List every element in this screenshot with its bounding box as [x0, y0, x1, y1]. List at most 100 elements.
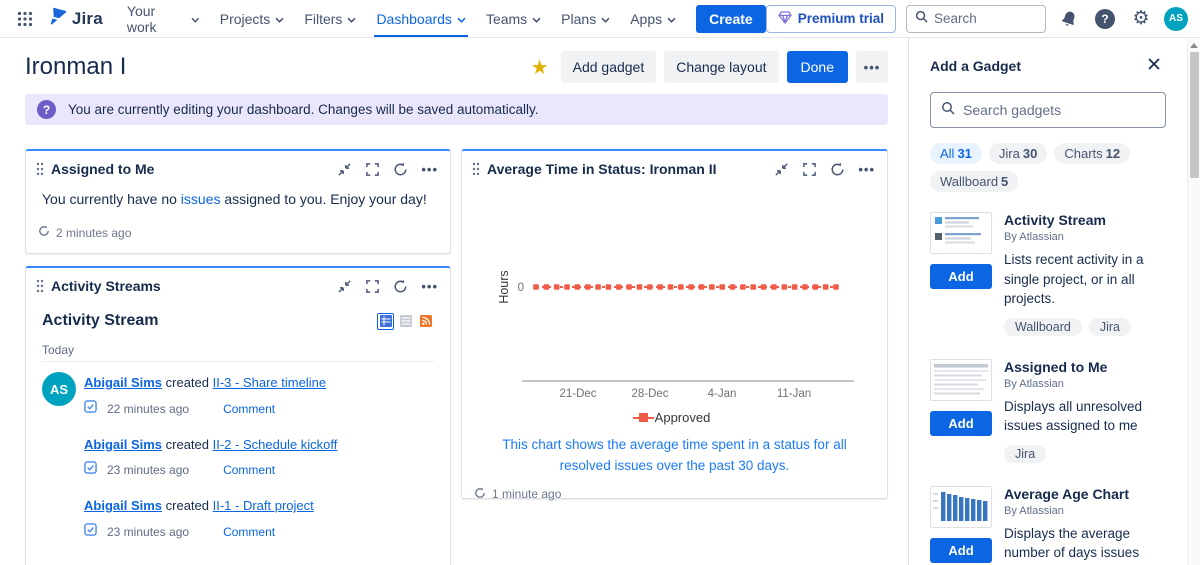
- scrollbar-up-icon[interactable]: [1190, 43, 1198, 48]
- gadget-title: Average Time in Status: Ironman II: [487, 161, 717, 177]
- gadget-item-title: Assigned to Me: [1004, 358, 1108, 375]
- gadget-search[interactable]: [930, 92, 1166, 128]
- filter-chip-all[interactable]: All 31: [930, 143, 982, 164]
- refresh-icon[interactable]: [830, 162, 845, 177]
- user-avatar[interactable]: AS: [1164, 6, 1188, 31]
- filter-chip-charts[interactable]: Charts 12: [1054, 143, 1131, 164]
- favorite-star-icon[interactable]: ★: [531, 55, 549, 80]
- issues-link[interactable]: issues: [181, 191, 221, 207]
- close-icon[interactable]: [1142, 54, 1166, 78]
- panel-scrollbar[interactable]: [1187, 38, 1200, 565]
- gadget-search-input[interactable]: [963, 102, 1155, 118]
- premium-trial-button[interactable]: Premium trial: [765, 4, 896, 33]
- activity-item: Abigail Sims created II-1 - Draft projec…: [84, 498, 314, 541]
- minimize-icon[interactable]: [337, 162, 352, 177]
- chart-legend: Approved: [462, 410, 887, 425]
- task-checkbox-icon: [84, 399, 97, 418]
- change-layout-button[interactable]: Change layout: [664, 51, 779, 83]
- help-icon[interactable]: ?: [1092, 6, 1118, 32]
- panel-title: Add a Gadget: [930, 58, 1022, 74]
- activity-issue-link[interactable]: II-1 - Draft project: [213, 498, 314, 513]
- drag-handle-icon[interactable]: [36, 279, 44, 293]
- create-button[interactable]: Create: [696, 4, 766, 33]
- activity-issue-link[interactable]: II-2 - Schedule kickoff: [213, 437, 338, 452]
- nav-item-your-work[interactable]: Your work: [117, 0, 210, 37]
- activity-user-link[interactable]: Abigail Sims: [84, 375, 162, 390]
- page-title: Ironman I: [25, 53, 127, 80]
- add-gadget-button[interactable]: Add gadget: [560, 51, 657, 83]
- refresh-icon[interactable]: [393, 162, 408, 177]
- app-switcher-icon[interactable]: [10, 4, 40, 34]
- gadget-more-icon[interactable]: •••: [421, 163, 438, 176]
- search-input[interactable]: [934, 11, 1037, 26]
- activity-time: 22 minutes ago: [107, 401, 190, 416]
- gadget-assigned-to-me: Assigned to Me ••• You currently have no…: [25, 149, 451, 254]
- gadget-item-author: By Atlassian: [1004, 504, 1064, 517]
- maximize-icon[interactable]: [365, 162, 380, 177]
- activity-user-link[interactable]: Abigail Sims: [84, 437, 162, 452]
- rss-icon[interactable]: [417, 313, 434, 330]
- gadget-filter-chips: All 31 Jira 30 Charts 12 Wallboard 5: [930, 143, 1166, 192]
- gadget-average-time-in-status: Average Time in Status: Ironman II ••• H…: [461, 149, 888, 502]
- gadget-item-author: By Atlassian: [1004, 377, 1064, 390]
- gadget-thumbnail: [930, 212, 992, 254]
- view-cards-icon[interactable]: [377, 312, 394, 330]
- top-navigation: Jira Your work Projects Filters Dashboards T…: [0, 0, 1200, 38]
- settings-gear-icon[interactable]: ⚙: [1128, 6, 1154, 32]
- notifications-bell-icon[interactable]: [1056, 6, 1082, 32]
- nav-item-dashboards[interactable]: Dashboards: [366, 0, 476, 37]
- gadget-list-item: Add Activity Stream By Atlassian Lists rece…: [930, 212, 1166, 336]
- refresh-small-icon[interactable]: [38, 225, 50, 240]
- more-actions-button[interactable]: •••: [856, 51, 888, 83]
- comment-link[interactable]: Comment: [223, 463, 275, 477]
- nav-item-plans[interactable]: Plans: [551, 0, 620, 37]
- filter-chip-wallboard[interactable]: Wallboard 5: [930, 171, 1019, 192]
- gadget-thumbnail: [930, 485, 992, 528]
- nav-item-filters[interactable]: Filters: [294, 0, 366, 37]
- minimize-icon[interactable]: [774, 162, 789, 177]
- nav-item-teams[interactable]: Teams: [476, 0, 551, 37]
- add-button[interactable]: Add: [930, 537, 992, 563]
- search-icon: [915, 10, 928, 28]
- maximize-icon[interactable]: [365, 279, 380, 294]
- refresh-small-icon[interactable]: [474, 487, 486, 502]
- gadget-item-description: Displays the average number of days issu…: [1004, 525, 1141, 565]
- svg-text:21-Dec: 21-Dec: [559, 388, 596, 400]
- svg-text:Hours: Hours: [497, 270, 511, 303]
- refresh-icon[interactable]: [393, 279, 408, 294]
- comment-link[interactable]: Comment: [223, 525, 275, 539]
- chart-svg: Hours 0 21-Dec 28-Dec 4-Jan 11-Jan: [497, 270, 854, 400]
- nav-item-projects[interactable]: Projects: [210, 0, 295, 37]
- filter-chip-jira[interactable]: Jira 30: [988, 143, 1048, 164]
- gadget-tag: Jira: [1088, 317, 1131, 336]
- maximize-icon[interactable]: [802, 162, 817, 177]
- scrollbar-thumb[interactable]: [1189, 52, 1199, 178]
- comment-link[interactable]: Comment: [223, 402, 275, 416]
- avatar[interactable]: AS: [42, 372, 76, 406]
- activity-stream-list: Today AS Abigail Sims created II-3 - Share…: [42, 338, 434, 565]
- gadget-more-icon[interactable]: •••: [421, 280, 438, 293]
- gadget-more-icon[interactable]: •••: [858, 163, 875, 176]
- nav-item-apps[interactable]: Apps: [620, 0, 686, 37]
- status-chart: Hours 0 21-Dec 28-Dec 4-Jan 11-Jan: [462, 185, 887, 412]
- gadget-tag: Jira: [1004, 444, 1047, 463]
- add-button[interactable]: Add: [930, 264, 992, 289]
- task-checkbox-icon: [84, 461, 97, 479]
- drag-handle-icon[interactable]: [36, 162, 44, 176]
- add-button[interactable]: Add: [930, 410, 992, 436]
- drag-handle-icon[interactable]: [472, 162, 480, 176]
- minimize-icon[interactable]: [337, 279, 352, 294]
- assigned-message: You currently have no issues assigned to…: [42, 191, 427, 207]
- legend-label: Approved: [654, 410, 711, 425]
- gem-icon: [778, 10, 792, 27]
- done-button[interactable]: Done: [786, 51, 848, 83]
- gadget-item-title: Activity Stream: [1004, 212, 1106, 228]
- view-list-icon[interactable]: [397, 313, 414, 330]
- activity-issue-link[interactable]: II-3 - Share timeline: [213, 375, 326, 390]
- activity-user-link[interactable]: Abigail Sims: [84, 498, 162, 513]
- chart-description: This chart shows the average time spent …: [502, 437, 847, 473]
- task-checkbox-icon: [84, 522, 97, 541]
- jira-logo[interactable]: Jira: [44, 6, 113, 31]
- global-search[interactable]: [906, 4, 1046, 33]
- question-icon: ?: [37, 100, 56, 119]
